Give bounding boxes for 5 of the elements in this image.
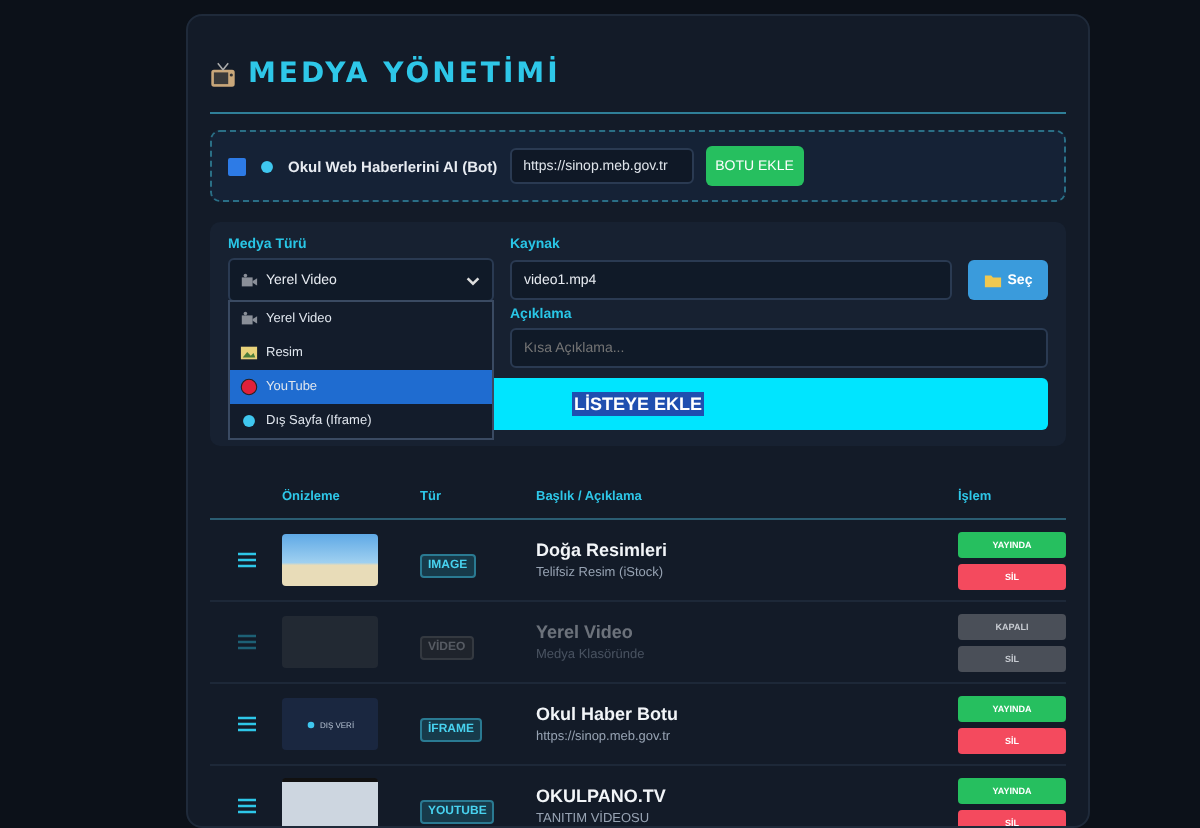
row-title: Okul Haber Botu [536, 704, 681, 724]
row-title: OKULPANO.TV [536, 786, 668, 806]
page-title: MEDYA YÖNETİMİ [248, 58, 561, 90]
row-title: Doğa Resimleri [536, 540, 670, 560]
row-title: Yerel Video [536, 622, 635, 642]
